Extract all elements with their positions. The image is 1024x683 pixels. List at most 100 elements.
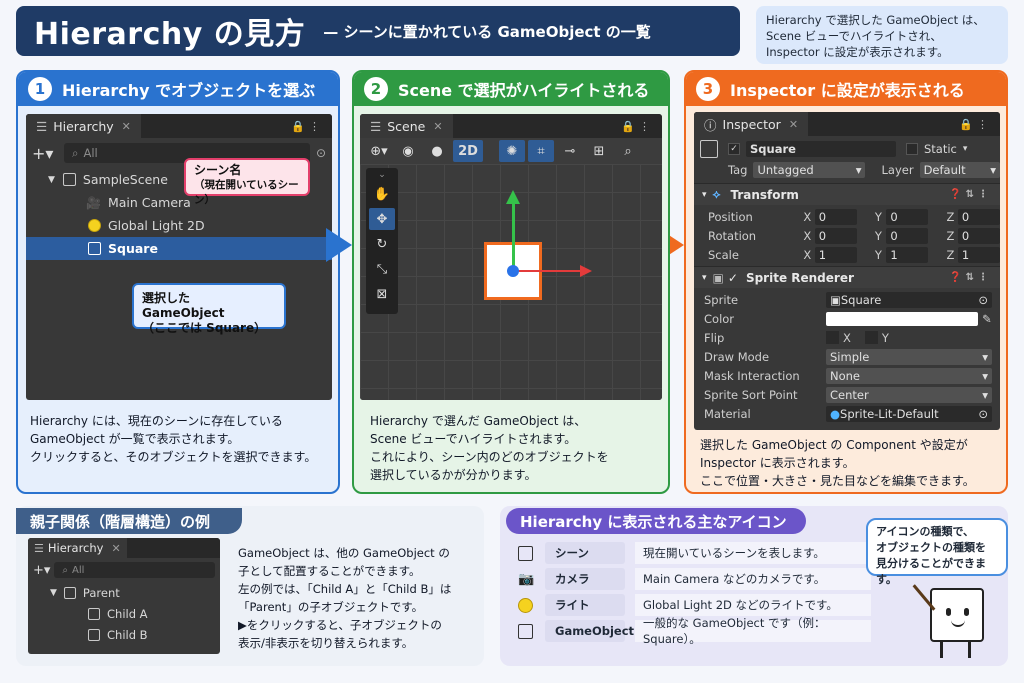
scale-y-field[interactable]: 1	[886, 246, 929, 263]
mini-hierarchy-tab[interactable]: ☰ Hierarchy ✕	[28, 538, 127, 558]
gameobject-icon	[88, 628, 100, 641]
rotate-tool-icon[interactable]: ↻	[369, 233, 395, 255]
add-icon[interactable]: +▾	[33, 563, 50, 578]
rect-tool-icon[interactable]: ⊠	[369, 283, 395, 305]
sprite-renderer-title: Sprite Renderer	[745, 270, 854, 285]
color-swatch[interactable]	[826, 311, 978, 326]
panel-2-description: Hierarchy で選んだ GameObject は、 Scene ビューでハ…	[370, 412, 660, 484]
pivot-handle[interactable]	[507, 265, 519, 277]
page-title-bar: Hierarchy の見方 — シーンに置かれている GameObject の一…	[16, 6, 740, 56]
field-label: Position	[708, 209, 753, 224]
shading-icon[interactable]: ◉	[395, 140, 421, 162]
material-icon: ●	[830, 406, 841, 421]
close-icon[interactable]: ✕	[111, 542, 120, 555]
tag-dropdown[interactable]: Untagged ▾	[753, 161, 866, 178]
close-icon[interactable]: ✕	[789, 118, 798, 131]
object-name-field[interactable]: Square	[746, 141, 896, 157]
scale-x-field[interactable]: 1	[814, 246, 857, 263]
icon-name: シーン	[545, 542, 625, 564]
scene-toolbar: ⊕▾ ◉ ● 2D ✺ ⌗ ⊸ ⊞ ⌕	[360, 138, 662, 164]
transform-header[interactable]: ▾ ⟡ Transform ❓⇅⋮	[694, 183, 1000, 205]
top-note-line: Scene ビューでハイライトされ、	[766, 29, 942, 43]
icon-row-light: ライト Global Light 2D などのライトです。	[518, 593, 871, 617]
component-menu-icon[interactable]: ❓⇅⋮	[949, 272, 1000, 283]
position-y-field[interactable]: 0	[886, 208, 929, 225]
enabled-checkbox[interactable]: ✓	[728, 271, 738, 285]
item-label: Parent	[82, 585, 120, 600]
y-axis-gizmo[interactable]	[512, 200, 515, 272]
lighting-icon[interactable]: ✺	[499, 140, 525, 162]
rotation-y-field[interactable]: 0	[886, 227, 929, 244]
flip-x-checkbox[interactable]	[826, 331, 839, 344]
audio-icon[interactable]: ⊸	[557, 140, 583, 162]
static-checkbox[interactable]	[906, 143, 918, 155]
icon-legend-heading: Hierarchy に表示される主なアイコン	[506, 508, 806, 534]
expand-arrow-icon[interactable]: ▼	[50, 588, 57, 598]
scale-z-field[interactable]: 1	[957, 246, 1000, 263]
tip-bubble: アイコンの種類で、 オブジェクトの種類を 見分けることができます。	[866, 518, 1008, 586]
2d-toggle[interactable]: 2D	[453, 140, 483, 162]
sprite-renderer-header[interactable]: ▾ ▣ ✓ Sprite Renderer ❓⇅⋮	[694, 266, 1000, 288]
item-label: Main Camera	[107, 195, 191, 210]
mini-hierarchy-toolbar: +▾ ⌕ All	[28, 558, 220, 582]
inspector-tab[interactable]: ⓘ Inspector ✕	[694, 112, 809, 136]
lock-menu-icon[interactable]: 🔒⋮	[959, 118, 1000, 131]
close-icon[interactable]: ✕	[122, 120, 131, 133]
visibility-icon[interactable]: ⊞	[586, 140, 612, 162]
draw-mode-dropdown[interactable]: Simple ▾	[826, 348, 992, 365]
object-picker-icon[interactable]: ⊙	[978, 407, 988, 421]
position-x-field[interactable]: 0	[814, 208, 857, 225]
search-input[interactable]: ⌕ All	[54, 562, 215, 578]
mask-dropdown[interactable]: None ▾	[826, 367, 992, 384]
mascot-eye-icon	[964, 608, 969, 616]
move-tool-icon[interactable]: ✥	[369, 208, 395, 230]
hierarchy-tab[interactable]: ☰ Hierarchy ✕	[26, 114, 141, 138]
object-picker-icon[interactable]: ⊙	[978, 293, 988, 307]
active-checkbox[interactable]: ✓	[728, 143, 740, 155]
icon-desc: Global Light 2D などのライトです。	[635, 594, 871, 616]
chevron-down-icon[interactable]: ▾	[963, 144, 968, 154]
desc-line: ▶をクリックすると、子オブジェクトの	[238, 618, 442, 632]
lock-menu-icon[interactable]: 🔒⋮	[291, 120, 332, 133]
position-row: Position X 0 Y 0 Z 0	[694, 207, 1000, 226]
rotation-z-field[interactable]: 0	[957, 227, 1000, 244]
add-icon[interactable]: +▾	[32, 144, 58, 163]
settings-icon[interactable]: ⊙	[316, 146, 326, 160]
scale-tool-icon[interactable]: ⤡	[369, 258, 395, 280]
sort-point-dropdown[interactable]: Center ▾	[826, 386, 992, 403]
panel-2-header: 2 Scene で選択がハイライトされる	[354, 72, 668, 106]
hand-tool-icon[interactable]: ✋	[369, 183, 395, 205]
axis-label: X	[803, 247, 812, 262]
child-a-row[interactable]: Child A	[28, 603, 220, 624]
axis-label: X	[803, 228, 812, 243]
render-mode-icon[interactable]: ●	[424, 140, 450, 162]
position-z-field[interactable]: 0	[957, 208, 1000, 225]
collapse-icon[interactable]: ⌄	[378, 170, 386, 180]
component-menu-icon[interactable]: ❓⇅⋮	[949, 189, 1000, 200]
close-icon[interactable]: ✕	[433, 120, 442, 133]
scene-tab[interactable]: ☰ Scene ✕	[360, 114, 453, 138]
hierarchy-item-square-selected[interactable]: Square	[26, 237, 332, 260]
material-field[interactable]: ●Sprite-Lit-Default ⊙	[826, 405, 992, 422]
parent-row[interactable]: ▼ Parent	[28, 582, 220, 603]
lock-menu-icon[interactable]: 🔒⋮	[621, 120, 662, 133]
gizmo-icon[interactable]: ⊕▾	[366, 140, 392, 162]
rotation-x-field[interactable]: 0	[814, 227, 857, 244]
effects-icon[interactable]: ⌗	[528, 140, 554, 162]
scene-viewport[interactable]: ⌄ ✋ ✥ ↻ ⤡ ⊠	[360, 164, 662, 400]
icon-row-scene: シーン 現在開いているシーンを表します。	[518, 541, 871, 565]
sprite-field[interactable]: ▣Square ⊙	[826, 291, 992, 308]
top-note: Hierarchy で選択した GameObject は、 Scene ビューで…	[756, 6, 1008, 64]
layer-dropdown[interactable]: Default ▾	[919, 161, 1000, 178]
mini-hierarchy-window: ☰ Hierarchy ✕ +▾ ⌕ All ▼ Parent Child A Chil…	[28, 538, 220, 654]
hierarchy-item-global-light[interactable]: Global Light 2D	[26, 214, 332, 237]
desc-line: 「Parent」の子オブジェクトです。	[238, 600, 424, 614]
top-note-line: Hierarchy で選択した GameObject は、	[766, 13, 985, 27]
child-b-row[interactable]: Child B	[28, 624, 220, 645]
expand-arrow-icon[interactable]: ▼	[48, 175, 55, 185]
desc-line: 選択しているかが分かります。	[370, 468, 537, 482]
x-axis-gizmo[interactable]	[513, 270, 583, 272]
flip-y-checkbox[interactable]	[864, 331, 878, 344]
eyedropper-icon[interactable]: ✎	[982, 312, 992, 326]
search-icon[interactable]: ⌕	[615, 140, 641, 162]
